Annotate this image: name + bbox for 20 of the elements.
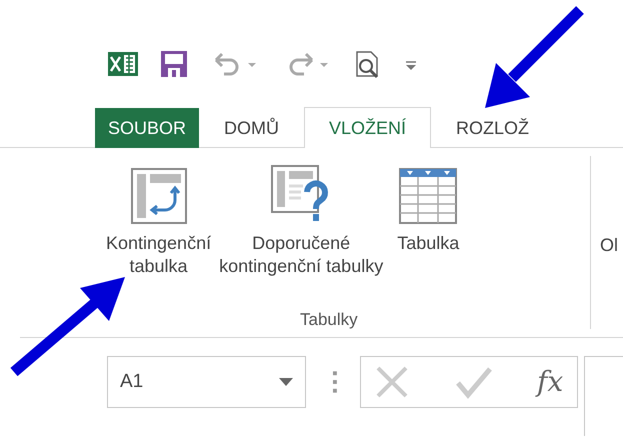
name-box[interactable]: A1 [107,356,306,408]
formula-input-field[interactable] [584,356,623,436]
insert-function-button[interactable]: fx [536,361,564,403]
ribbon-button[interactable]: Doporučené kontingenční tabulky [215,232,388,279]
cell-reference: A1 [120,370,144,394]
table-icon [399,168,458,224]
ribbon-button-label[interactable]: Ol [600,232,618,259]
ribbon-tab[interactable]: VLOŽENÍ [304,107,432,148]
ribbon-button[interactable]: Tabulka [393,232,464,256]
drag-handle-icon[interactable] [332,371,338,393]
ribbon-tab[interactable]: DOMŮ [199,108,304,148]
pivot-table-icon [130,168,187,224]
dropdown-arrow-icon[interactable] [278,378,293,386]
checkmark-icon[interactable] [454,365,493,399]
file-tab[interactable]: SOUBOR [95,108,200,148]
group-label: Tabulky [300,308,358,330]
excel-logo-icon[interactable] [108,50,138,78]
save-icon[interactable] [160,50,188,78]
ribbon-button[interactable]: Kontingenční tabulka [102,232,216,279]
ribbon-tab[interactable]: ROZLOŽ [431,108,554,148]
